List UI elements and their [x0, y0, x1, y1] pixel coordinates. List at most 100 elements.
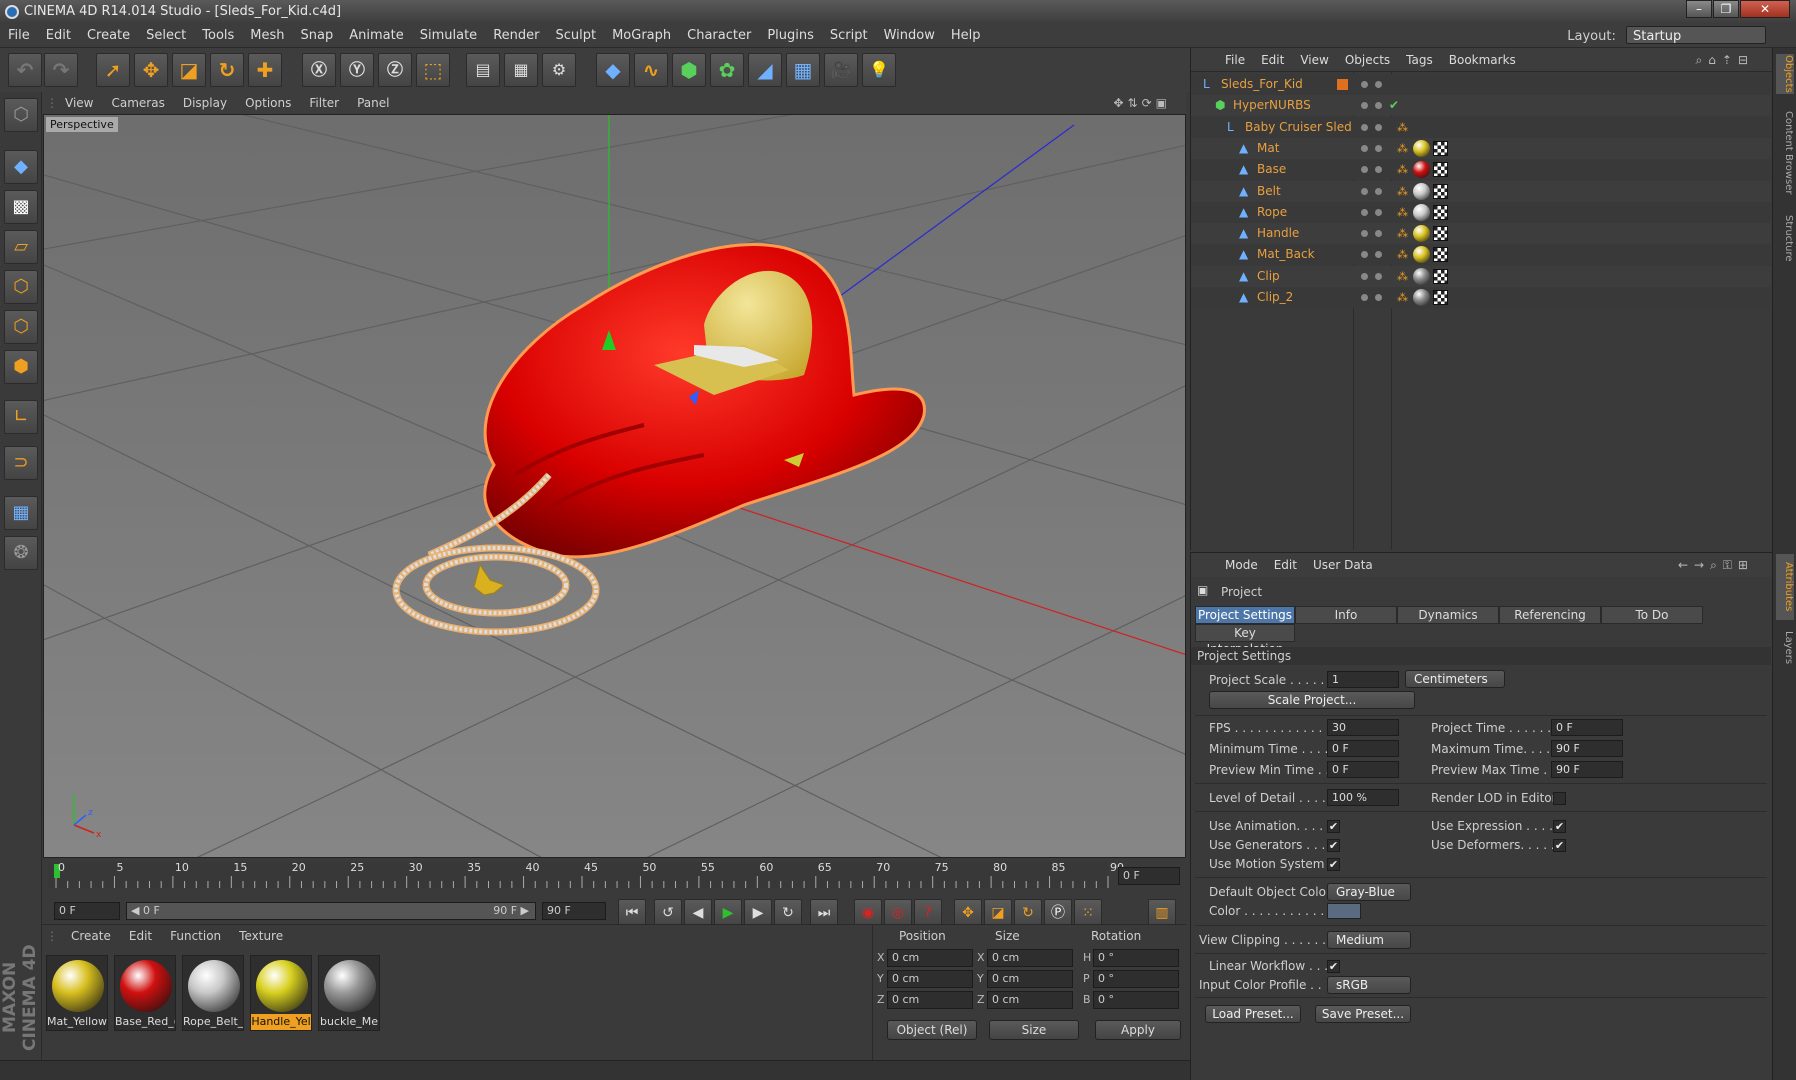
object-tree-row[interactable]: ▲ Base ⁂	[1191, 159, 1771, 181]
key-parameter-icon[interactable]: Ⓟ	[1044, 899, 1072, 927]
visibility-dot-icon[interactable]	[1361, 272, 1368, 280]
vp-menu-filter[interactable]: Filter	[300, 92, 348, 114]
uvw-tag-icon[interactable]	[1433, 204, 1448, 220]
mat-menu-create[interactable]: Create	[62, 925, 120, 947]
material-swatch[interactable]: Rope_Belt_	[182, 955, 244, 1031]
phong-tag-icon[interactable]: ⁂	[1397, 181, 1408, 202]
undo-icon[interactable]: ↶	[8, 53, 42, 87]
object-tree-row[interactable]: ▲ Clip_2 ⁂	[1191, 287, 1771, 308]
input-color-profile-dropdown[interactable]: sRGB	[1327, 976, 1411, 994]
previous-frame-icon[interactable]: ◀	[684, 899, 712, 927]
material-tag-icon[interactable]	[1413, 289, 1430, 306]
scale-project-button[interactable]: Scale Project...	[1209, 691, 1415, 709]
visibility-dot-icon[interactable]	[1361, 102, 1368, 110]
use-animation-checkbox[interactable]: ✔	[1327, 820, 1340, 833]
uvw-tag-icon[interactable]	[1433, 290, 1448, 305]
object-tree-row[interactable]: L Baby Cruiser Sled ⁂	[1191, 116, 1771, 138]
render-lod-checkbox[interactable]	[1553, 792, 1566, 805]
visibility-dot-icon[interactable]	[1361, 187, 1368, 195]
visibility-dot-icon[interactable]	[1375, 102, 1382, 110]
uvw-tag-icon[interactable]	[1433, 226, 1448, 242]
object-name[interactable]: Base	[1257, 159, 1286, 180]
obj-menu-file[interactable]: File	[1217, 48, 1253, 72]
phong-tag-icon[interactable]: ⁂	[1397, 287, 1408, 308]
tab-project-settings[interactable]: Project Settings	[1195, 606, 1295, 624]
view-clipping-label[interactable]: View Clipping . . . . . .	[1199, 933, 1326, 947]
autokey-icon[interactable]: ◎	[884, 899, 912, 927]
position-z-field[interactable]: 0 cm	[887, 991, 973, 1009]
use-expression-checkbox[interactable]: ✔	[1553, 820, 1566, 833]
menu-help[interactable]: Help	[943, 24, 989, 48]
object-name[interactable]: Belt	[1257, 181, 1281, 202]
view-clipping-dropdown[interactable]: Medium	[1327, 931, 1411, 949]
object-tree-row[interactable]: ▲ Rope ⁂	[1191, 201, 1771, 223]
attribute-tool-icons[interactable]: ←→⌕⚿⊞	[1670, 553, 1762, 577]
viewport-nav-icons[interactable]: ✥⇅⟳▣	[1104, 92, 1180, 114]
material-swatch[interactable]: Mat_Yellow	[46, 955, 108, 1031]
workplane-lock-icon[interactable]: ▦	[4, 496, 38, 530]
phong-tag-icon[interactable]: ⁂	[1397, 202, 1408, 223]
phong-tag-icon[interactable]: ⁂	[1397, 223, 1408, 244]
menu-snap[interactable]: Snap	[293, 24, 342, 48]
side-tab-layers[interactable]: Layers	[1776, 628, 1794, 668]
object-tree-row[interactable]: ▲ Handle ⁂	[1191, 223, 1771, 245]
mat-menu-function[interactable]: Function	[161, 925, 230, 947]
edges-mode-icon[interactable]: ⬡	[4, 310, 38, 344]
scale-tool-icon[interactable]: ◪	[172, 53, 206, 87]
obj-menu-edit[interactable]: Edit	[1253, 48, 1292, 72]
material-tag-icon[interactable]	[1413, 182, 1430, 200]
key-point-level-icon[interactable]: ⁙	[1074, 899, 1102, 927]
render-picture-viewer-icon[interactable]: ▦	[504, 53, 538, 87]
polygons-mode-icon[interactable]: ⬢	[4, 350, 38, 384]
object-name[interactable]: Mat_Back	[1257, 244, 1315, 265]
live-selection-icon[interactable]: ➚	[96, 53, 130, 87]
vp-menu-options[interactable]: Options	[236, 92, 300, 114]
make-editable-icon[interactable]: ⬡	[4, 98, 38, 132]
render-settings-icon[interactable]: ⚙	[542, 53, 576, 87]
visibility-dot-icon[interactable]	[1361, 230, 1368, 238]
y-axis-lock-icon[interactable]: Ⓨ	[340, 53, 374, 87]
obj-menu-bookmarks[interactable]: Bookmarks	[1441, 48, 1524, 72]
object-name[interactable]: Clip_2	[1257, 287, 1293, 308]
size-y-field[interactable]: 0 cm	[987, 970, 1073, 988]
attr-menu-userdata[interactable]: User Data	[1305, 553, 1381, 577]
current-frame-field[interactable]: 0 F	[54, 902, 120, 920]
menu-animate[interactable]: Animate	[341, 24, 411, 48]
phong-tag-icon[interactable]: ⁂	[1397, 138, 1408, 159]
go-to-end-icon[interactable]: ⏭	[810, 899, 838, 927]
camera-icon[interactable]: 🎥	[824, 53, 858, 87]
move-tool-icon[interactable]: ✥	[134, 53, 168, 87]
visibility-dot-icon[interactable]	[1375, 251, 1382, 259]
size-z-field[interactable]: 0 cm	[987, 991, 1073, 1009]
object-name[interactable]: Clip	[1257, 266, 1280, 287]
visibility-dot-icon[interactable]	[1361, 123, 1368, 131]
record-keys-icon[interactable]: ◉	[854, 899, 882, 927]
maximize-button[interactable]: ❐	[1713, 0, 1739, 18]
material-tag-icon[interactable]	[1413, 203, 1430, 221]
menu-render[interactable]: Render	[485, 24, 547, 48]
coord-mode-dropdown[interactable]: Object (Rel)	[887, 1020, 977, 1040]
cube-object-icon[interactable]: ◆	[596, 53, 630, 87]
deformer-icon[interactable]: ◢	[748, 53, 782, 87]
solo-mode-icon[interactable]: ❂	[4, 536, 38, 570]
minimize-button[interactable]: –	[1686, 0, 1712, 18]
use-motion-system-checkbox[interactable]: ✔	[1327, 858, 1340, 871]
attr-menu-mode[interactable]: Mode	[1217, 553, 1266, 577]
object-tree-row[interactable]: ▲ Mat ⁂	[1191, 137, 1771, 159]
menu-window[interactable]: Window	[876, 24, 943, 48]
fps-field[interactable]: 30	[1327, 719, 1399, 736]
enabled-check-icon[interactable]: ✔	[1389, 95, 1399, 116]
default-object-color-dropdown[interactable]: Gray-Blue	[1327, 883, 1411, 901]
load-preset-button[interactable]: Load Preset...	[1205, 1005, 1301, 1023]
material-tag-icon[interactable]	[1413, 267, 1430, 285]
visibility-dot-icon[interactable]	[1375, 187, 1382, 195]
material-tag-icon[interactable]	[1413, 139, 1430, 157]
menu-create[interactable]: Create	[79, 24, 138, 48]
visibility-dot-icon[interactable]	[1375, 166, 1382, 174]
material-tag-icon[interactable]	[1413, 161, 1430, 179]
phong-tag-icon[interactable]: ⁂	[1397, 117, 1408, 138]
coordinate-system-icon[interactable]: ⬚	[416, 53, 450, 87]
object-tree-row[interactable]: ⬢ HyperNURBS ✔	[1191, 95, 1771, 117]
menu-sculpt[interactable]: Sculpt	[547, 24, 604, 48]
project-scale-unit-dropdown[interactable]: Centimeters	[1405, 670, 1505, 688]
